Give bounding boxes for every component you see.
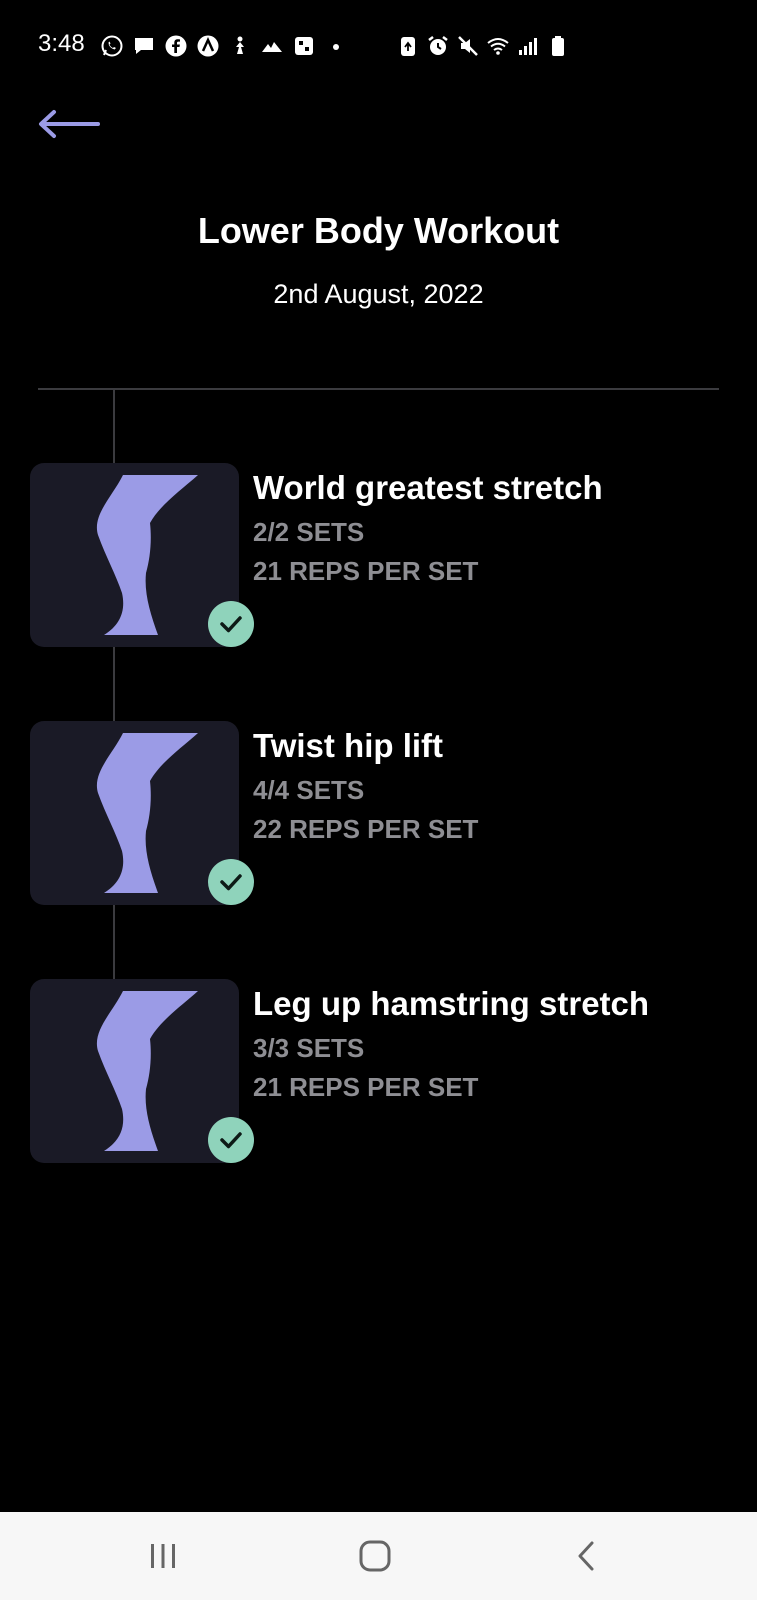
checkmark-icon: [220, 616, 242, 633]
page-title: Lower Body Workout: [197, 210, 560, 251]
recent-apps-button[interactable]: [133, 1530, 193, 1582]
system-icons: [396, 32, 570, 60]
workout-date: 2nd August, 2022: [273, 279, 484, 309]
exercise-reps: 21 REPS PER SET: [253, 1072, 479, 1102]
arrow-left-icon: [39, 110, 100, 138]
home-icon: [359, 1540, 391, 1572]
photo-app-icon: [292, 34, 316, 58]
exercise-item[interactable]: Twist hip lift 4/4 SETS 22 REPS PER SET: [30, 721, 720, 905]
wifi-icon: [486, 34, 510, 58]
back-button[interactable]: [34, 102, 104, 146]
divider: [38, 388, 719, 390]
cellular-signal-icon: [516, 34, 540, 58]
exercise-name: Leg up hamstring stretch: [253, 985, 650, 1022]
battery-saver-icon: [396, 34, 420, 58]
home-button[interactable]: [345, 1530, 405, 1582]
nav-back-button[interactable]: [556, 1530, 616, 1582]
completed-badge: [208, 859, 254, 905]
checkmark-icon: [220, 1132, 242, 1149]
exercise-sets: 2/2 SETS: [253, 517, 365, 547]
facebook-icon: [164, 34, 188, 58]
exercise-sets: 3/3 SETS: [253, 1033, 365, 1063]
status-bar: 3:48: [0, 0, 757, 92]
notification-icons: [100, 32, 348, 60]
fitness-icon: [228, 34, 252, 58]
dot-icon: [324, 34, 348, 58]
completed-badge: [208, 601, 254, 647]
exercise-reps: 22 REPS PER SET: [253, 814, 479, 844]
exercise-item[interactable]: World greatest stretch 2/2 SETS 21 REPS …: [30, 463, 720, 647]
signal-app-icon: [260, 34, 284, 58]
exercise-name: Twist hip lift: [253, 727, 444, 764]
checkmark-icon: [220, 874, 242, 891]
exercise-sets: 4/4 SETS: [253, 775, 365, 805]
back-icon: [578, 1541, 594, 1571]
completed-badge: [208, 1117, 254, 1163]
exercise-reps: 21 REPS PER SET: [253, 556, 479, 586]
whatsapp-icon: [100, 34, 124, 58]
message-icon: [132, 34, 156, 58]
exercise-name: World greatest stretch: [253, 469, 603, 506]
mute-icon: [456, 34, 480, 58]
battery-icon: [546, 34, 570, 58]
alarm-icon: [426, 34, 450, 58]
recent-apps-icon: [151, 1544, 175, 1568]
app-icon: [196, 34, 220, 58]
system-nav-bar: [0, 1512, 757, 1600]
status-time: 3:48: [38, 30, 85, 57]
exercise-item[interactable]: Leg up hamstring stretch 3/3 SETS 21 REP…: [30, 979, 720, 1163]
